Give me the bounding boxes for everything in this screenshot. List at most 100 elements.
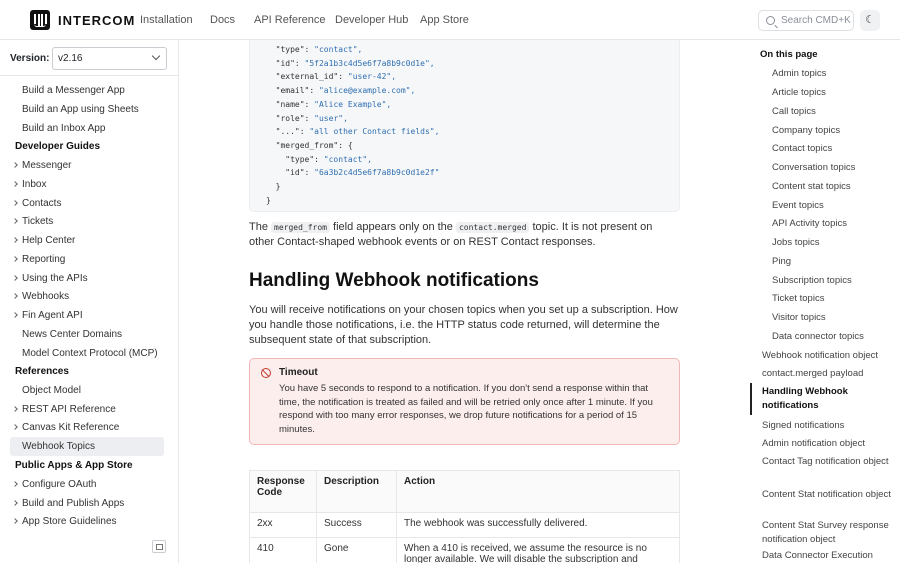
code-string: "contact", <box>314 45 363 54</box>
code-line: "...": "all other Contact fields", <box>266 127 440 136</box>
table-cell: Success <box>316 512 397 538</box>
table-cell: The webhook was successfully delivered. <box>396 512 680 538</box>
toc-item[interactable]: Content stat topics <box>772 180 900 194</box>
chevron-right-icon <box>12 218 18 224</box>
version-label: Version: <box>10 53 50 64</box>
nav-developer-hub[interactable]: Developer Hub <box>335 14 408 26</box>
sidebar-item-label: Build a Messenger App <box>22 85 125 96</box>
sidebar-item-label: Build an App using Sheets <box>22 104 139 115</box>
sidebar-item[interactable]: Object Model <box>10 381 164 400</box>
toc-item[interactable]: Handling Webhook notifications <box>762 385 862 412</box>
table-cell: Gone <box>316 537 397 563</box>
sidebar-item[interactable]: Build a Messenger App <box>10 81 164 100</box>
sidebar-item[interactable]: Webhook Topics <box>10 437 164 456</box>
code-line: "external_id": "user-42", <box>266 72 396 81</box>
toc-item[interactable]: Subscription topics <box>772 274 900 288</box>
toc-item[interactable]: Contact Tag notification object <box>762 455 897 469</box>
version-select[interactable]: v2.16 <box>52 47 167 70</box>
toc-item[interactable]: Call topics <box>772 105 900 119</box>
toc-item[interactable]: Company topics <box>772 124 900 138</box>
code-block: "type": "contact", "id": "5f2a1b3c4d5e6f… <box>249 40 680 212</box>
search-input[interactable]: Search CMD+K <box>758 10 854 31</box>
nav-installation[interactable]: Installation <box>140 14 193 26</box>
table-cell: 2xx <box>249 512 317 538</box>
sidebar-item[interactable]: Contacts <box>10 194 164 213</box>
sidebar-item[interactable]: Help Center <box>10 231 164 250</box>
sidebar-item-label: Webhooks <box>22 291 70 302</box>
sidebar-item[interactable]: Using the APIs <box>10 269 164 288</box>
toc-item[interactable]: Content Stat Survey response notificatio… <box>762 519 897 546</box>
toc-item[interactable]: Data connector topics <box>772 330 900 344</box>
sidebar-item[interactable]: REST API Reference <box>10 400 164 419</box>
column-header: Description <box>316 470 397 513</box>
code-key: "email": <box>266 86 319 96</box>
sidebar-item-label: Using the APIs <box>22 273 88 284</box>
chevron-right-icon <box>12 200 18 206</box>
sidebar-item[interactable]: Fin Agent API <box>10 306 164 325</box>
sidebar-item[interactable]: News Center Domains <box>10 325 164 344</box>
note-text: field appears only on the <box>330 221 456 233</box>
code-key: } <box>266 195 271 205</box>
sidebar-item[interactable]: Canvas Kit Reference <box>10 418 164 437</box>
toc-item[interactable]: contact.merged payload <box>762 367 897 381</box>
toc-item[interactable]: Admin topics <box>772 67 900 81</box>
sidebar-item-label: Developer Guides <box>15 141 101 152</box>
merged-from-note: The merged_from field appears only on th… <box>249 220 679 250</box>
toc-item[interactable]: Article topics <box>772 86 900 100</box>
sidebar-item[interactable]: Reporting <box>10 250 164 269</box>
code-line: "merged_from": { <box>266 141 353 150</box>
toc-item[interactable]: Contact topics <box>772 142 900 156</box>
sidebar-item-label: REST API Reference <box>22 404 116 415</box>
nav-app-store[interactable]: App Store <box>420 14 469 26</box>
collapse-sidebar-button[interactable] <box>152 540 166 553</box>
sidebar-item[interactable]: Build and Publish Apps <box>10 494 164 513</box>
code-key: "id": <box>266 58 305 68</box>
sidebar-item-label: Model Context Protocol (MCP) <box>22 348 158 359</box>
toc-item[interactable]: Content Stat notification object <box>762 488 897 502</box>
table-row: 2xx Success The webhook was successfully… <box>249 512 680 538</box>
sidebar-item[interactable]: Messenger <box>10 156 164 175</box>
timeout-alert: Timeout You have 5 seconds to respond to… <box>249 358 680 445</box>
sidebar-item[interactable]: Tickets <box>10 212 164 231</box>
column-header: Action <box>396 470 680 513</box>
nav-api-reference[interactable]: API Reference <box>254 14 326 26</box>
toc-item[interactable]: Visitor topics <box>772 311 900 325</box>
toc-item[interactable]: Webhook notification object <box>762 349 897 363</box>
sidebar-item[interactable]: Build an Inbox App <box>10 119 164 138</box>
sidebar-item-label: Build an Inbox App <box>22 123 106 134</box>
code-string: "Alice Example", <box>314 99 392 109</box>
toc-item[interactable]: Event topics <box>772 199 900 213</box>
sidebar-item[interactable]: Build an App using Sheets <box>10 100 164 119</box>
chevron-right-icon <box>12 406 18 412</box>
inline-code-merged-from: merged_from <box>271 222 330 233</box>
sidebar-item-label: Contacts <box>22 198 62 209</box>
toc-item[interactable]: API Activity topics <box>772 217 900 231</box>
sidebar-item[interactable]: Configure OAuth <box>10 475 164 494</box>
brand-name[interactable]: INTERCOM <box>58 13 135 28</box>
sidebar-item[interactable]: Developer Guides <box>10 137 164 156</box>
toc-item[interactable]: Admin notification object <box>762 437 897 451</box>
toc-item[interactable]: Data Connector Execution <box>762 549 897 563</box>
sidebar-item[interactable]: References <box>10 362 164 381</box>
sidebar: Version: v2.16 Build a Messenger App Buil… <box>0 40 179 563</box>
alert-title: Timeout <box>279 367 318 378</box>
dark-mode-toggle[interactable]: ☾ <box>860 10 880 31</box>
toc-item[interactable]: Conversation topics <box>772 161 900 175</box>
sidebar-item-label: Help Center <box>22 235 76 246</box>
code-key: "id": <box>266 168 315 178</box>
intercom-logo-icon[interactable] <box>30 10 50 30</box>
toc-item[interactable]: Ping <box>772 255 900 269</box>
sidebar-item[interactable]: Inbox <box>10 175 164 194</box>
chevron-right-icon <box>12 424 18 430</box>
toc-item[interactable]: Jobs topics <box>772 236 900 250</box>
nav-docs[interactable]: Docs <box>210 14 235 26</box>
sidebar-item[interactable]: Webhooks <box>10 287 164 306</box>
toc-item[interactable]: Ticket topics <box>772 292 900 306</box>
sidebar-item[interactable]: Model Context Protocol (MCP) <box>10 344 164 363</box>
sidebar-item[interactable]: App Store Guidelines <box>10 512 164 531</box>
toc-item[interactable]: Signed notifications <box>762 419 897 433</box>
toc-title: On this page <box>760 49 818 60</box>
code-line: "role": "user", <box>266 114 348 123</box>
sidebar-item-label: Canvas Kit Reference <box>22 422 120 433</box>
sidebar-item[interactable]: Public Apps & App Store <box>10 456 164 475</box>
